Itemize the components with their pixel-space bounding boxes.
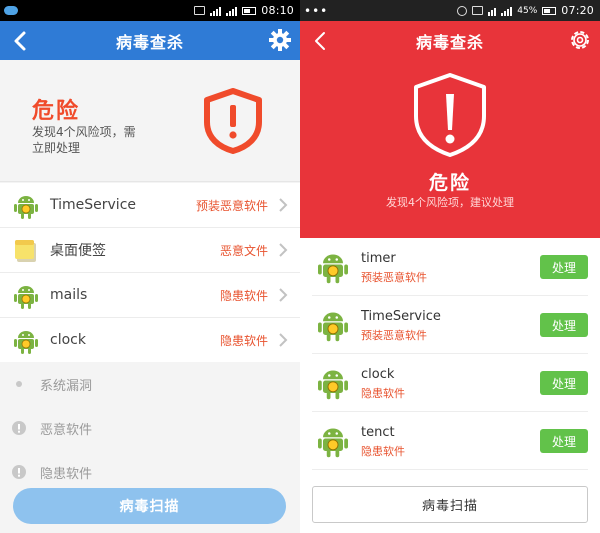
danger-description: 发现4个风险项，建议处理 [386,196,514,209]
category-label: 隐患软件 [40,466,93,482]
threat-type: 预装恶意软件 [361,329,427,342]
chevron-right-icon [279,288,288,302]
app-name: clock [50,332,86,348]
threat-list: TimeService 预装恶意软件 桌面便签 恶意文件 mails 隐患软件 … [0,183,300,363]
status-left: ••• [300,4,457,18]
threat-type: 隐患软件 [219,333,268,348]
android-icon [14,331,38,354]
app-name: TimeService [361,309,441,324]
app-name: 桌面便签 [50,243,106,259]
android-icon [318,254,348,284]
android-icon [318,370,348,400]
back-arrow-icon[interactable] [310,30,332,52]
threat-row: timer 预装恶意软件 处理 [312,238,588,296]
chevron-right-icon [279,198,288,212]
signal-icon [210,6,222,16]
android-icon [14,286,38,309]
threat-type: 预装恶意软件 [361,271,427,284]
handle-button[interactable]: 处理 [540,429,588,453]
virus-scan-button[interactable]: 病毒扫描 [312,486,588,523]
threat-row[interactable]: clock 隐患软件 [0,318,300,363]
notification-icon [472,6,484,15]
threat-row: TimeService 预装恶意软件 处理 [312,296,588,354]
handle-button[interactable]: 处理 [540,313,588,337]
more-dots-icon: ••• [304,3,329,18]
back-arrow-icon[interactable] [10,30,32,52]
status-bar: ••• 45% 07:20 [300,0,600,21]
threat-row[interactable]: TimeService 预装恶意软件 [0,183,300,228]
threat-row[interactable]: mails 隐患软件 [0,273,300,318]
threat-row: tenct 隐患软件 处理 [312,412,588,470]
dot-icon [16,381,22,387]
status-right: 08:10 [194,4,300,17]
status-time: 07:20 [561,4,594,17]
app-name: timer [361,251,396,266]
cloud-icon [4,6,18,15]
status-left [0,6,194,15]
handle-button[interactable]: 处理 [540,371,588,395]
chevron-right-icon [279,333,288,347]
page-title: 病毒查杀 [415,32,484,52]
battery-percent: 45% [517,5,538,16]
page-title: 病毒查杀 [115,32,184,52]
shield-warning-icon [414,73,486,157]
danger-description: 发现4个风险项，需立即处理 [32,125,136,155]
screenshot: 08:10 病毒查杀 危险 发现4个风险项，需立即处理 TimeService … [0,0,600,533]
shield-warning-icon [204,88,262,154]
threat-row: clock 隐患软件 处理 [312,354,588,412]
app-bar: 病毒查杀 [0,21,300,60]
wifi-icon [488,6,497,16]
virus-scan-button[interactable]: 病毒扫描 [13,488,286,524]
category-label: 恶意软件 [40,422,93,438]
signal-icon [501,6,513,16]
alarm-icon [457,5,468,16]
danger-label: 危险 [32,99,81,124]
gear-icon[interactable] [268,28,292,52]
android-icon [318,312,348,342]
battery-icon [242,6,257,15]
threat-type: 预装恶意软件 [195,198,268,213]
image-icon [194,6,206,15]
danger-summary: 危险 发现4个风险项，需立即处理 [0,60,300,182]
threat-type: 隐患软件 [361,445,405,458]
signal-icon [226,6,238,16]
left-phone-screen: 08:10 病毒查杀 危险 发现4个风险项，需立即处理 TimeService … [0,0,300,533]
alert-icon [12,465,26,479]
danger-summary: 危险 发现4个风险项，建议处理 [300,60,600,238]
app-name: tenct [361,425,395,440]
status-time: 08:10 [261,4,294,17]
chevron-right-icon [279,243,288,257]
app-name: clock [361,367,395,382]
threat-type: 恶意文件 [219,243,268,258]
threat-type: 隐患软件 [219,288,268,303]
category-malware: 恶意软件 [0,406,300,450]
app-name: TimeService [50,197,137,213]
android-icon [14,196,38,219]
status-bar: 08:10 [0,0,300,21]
danger-label: 危险 [428,172,471,194]
threat-list: timer 预装恶意软件 处理 TimeService 预装恶意软件 处理 cl… [312,238,588,470]
app-name: mails [50,287,88,303]
status-right: 45% 07:20 [457,4,600,17]
gear-icon[interactable] [568,28,592,52]
threat-type: 隐患软件 [361,387,405,400]
note-icon [15,240,36,262]
threat-row[interactable]: 桌面便签 恶意文件 [0,228,300,273]
android-icon [318,428,348,458]
app-bar: 病毒查杀 [300,21,600,60]
category-label: 系统漏洞 [40,378,93,394]
battery-icon [542,6,557,15]
category-system-vulnerability: 系统漏洞 [0,362,300,406]
alert-icon [12,421,26,435]
handle-button[interactable]: 处理 [540,255,588,279]
right-phone-screen: ••• 45% 07:20 病毒查杀 危险 发现4个风险项，建议处理 timer… [300,0,600,533]
